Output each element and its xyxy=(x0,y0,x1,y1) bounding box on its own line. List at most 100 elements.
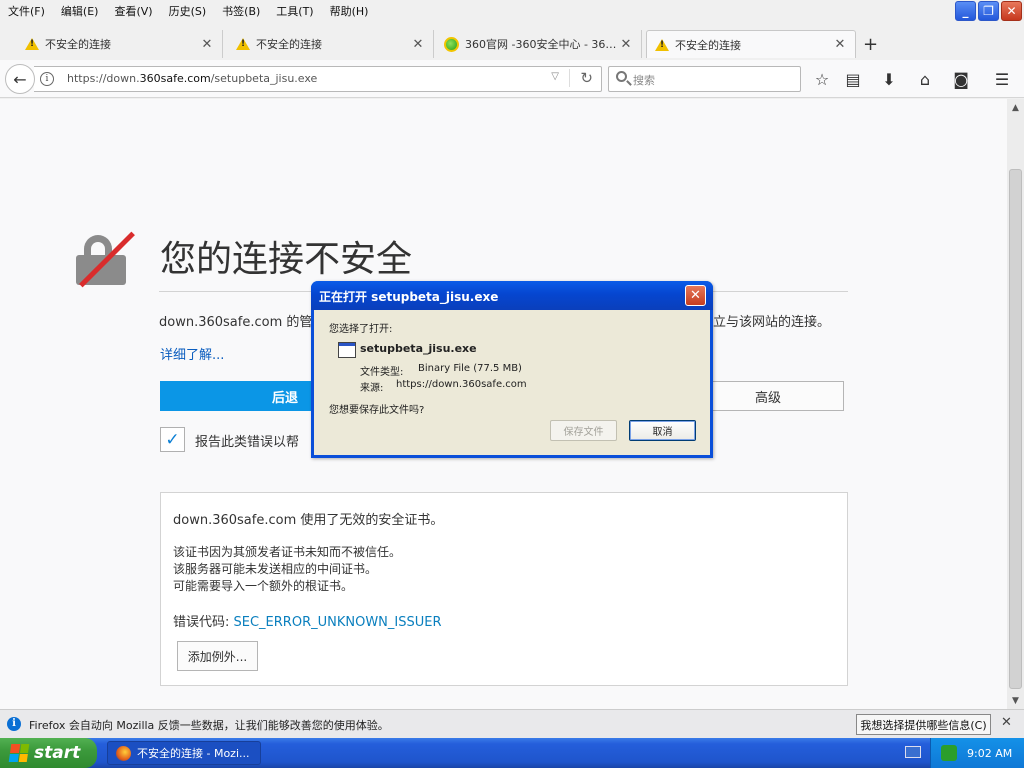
learn-more-link[interactable]: 详细了解... xyxy=(160,344,224,363)
error-code-link[interactable]: SEC_ERROR_UNKNOWN_ISSUER xyxy=(234,615,442,630)
file-icon xyxy=(338,342,356,358)
tab-close-icon[interactable]: ✕ xyxy=(833,37,847,52)
tab-label: 不安全的连接 xyxy=(256,38,322,51)
cert-reason-line: 可能需要导入一个额外的根证书。 xyxy=(173,579,354,593)
window-close-button[interactable]: ✕ xyxy=(1001,1,1022,21)
hamburger-menu-icon[interactable]: ☰ xyxy=(991,68,1013,90)
page-title: 您的连接不安全 xyxy=(160,239,413,280)
file-type-label: 文件类型: xyxy=(360,367,404,378)
downloads-icon[interactable]: ⬇ xyxy=(878,68,900,90)
url-dropdown-icon[interactable]: ▽ xyxy=(551,71,559,82)
search-placeholder: 搜索 xyxy=(633,74,655,87)
save-question: 您想要保存此文件吗? xyxy=(329,405,425,416)
url-prefix: https://down. xyxy=(67,72,140,85)
back-button[interactable]: ← xyxy=(5,64,35,94)
scroll-down-icon[interactable]: ▼ xyxy=(1007,692,1024,709)
menu-bookmarks[interactable]: 书签(B) xyxy=(214,3,268,19)
tab-label: 不安全的连接 xyxy=(45,38,111,51)
reload-icon[interactable]: ↻ xyxy=(569,69,593,87)
dialog-close-button[interactable]: ✕ xyxy=(685,285,706,306)
advanced-details-panel: down.360safe.com 使用了无效的安全证书。 该证书因为其颁发者证书… xyxy=(160,492,848,686)
file-name: setupbeta_jisu.exe xyxy=(360,342,477,355)
bookmark-star-icon[interactable]: ☆ xyxy=(811,68,833,90)
menu-file[interactable]: 文件(F) xyxy=(0,3,53,19)
start-button[interactable]: start xyxy=(0,738,97,768)
warning-icon xyxy=(25,38,39,50)
cert-reason-line: 该服务器可能未发送相应的中间证书。 xyxy=(173,562,378,576)
url-domain: 360safe.com xyxy=(139,72,211,85)
notification-close-icon[interactable]: ✕ xyxy=(1001,715,1012,730)
info-icon: i xyxy=(7,717,21,731)
taskbar-item-label: 不安全的连接 - Mozi... xyxy=(137,747,250,760)
warning-icon xyxy=(655,38,669,51)
dialog-title: 正在打开 setupbeta_jisu.exe xyxy=(319,290,499,304)
search-input[interactable]: 搜索 xyxy=(608,66,801,92)
firefox-icon xyxy=(116,745,131,761)
window-controls: _ ❐ ✕ xyxy=(955,0,1024,22)
tab-close-icon[interactable]: ✕ xyxy=(619,37,633,52)
cert-invalid-text: down.360safe.com 使用了无效的安全证书。 xyxy=(173,513,444,528)
scroll-thumb[interactable] xyxy=(1009,169,1022,689)
report-error-checkbox[interactable]: ✓ xyxy=(160,427,185,452)
notification-text: Firefox 会自动向 Mozilla 反馈一些数据，让我们能够改善您的使用体… xyxy=(29,719,389,732)
tray-app-icon[interactable] xyxy=(941,745,957,761)
start-label: start xyxy=(34,743,81,763)
advanced-button[interactable]: 高级 xyxy=(692,381,844,411)
tab-label: 不安全的连接 xyxy=(675,38,741,52)
tab-2[interactable]: 不安全的连接 ✕ xyxy=(228,30,434,58)
minimize-button[interactable]: _ xyxy=(955,1,976,21)
url-path: /setupbeta_jisu.exe xyxy=(210,72,318,85)
warning-icon xyxy=(236,38,250,50)
restore-button[interactable]: ❐ xyxy=(978,1,999,21)
notification-bar: i Firefox 会自动向 Mozilla 反馈一些数据，让我们能够改善您的使… xyxy=(0,709,1024,738)
new-tab-button[interactable]: + xyxy=(863,34,878,55)
menu-tools[interactable]: 工具(T) xyxy=(268,3,321,19)
open-file-dialog: 正在打开 setupbeta_jisu.exe ✕ 您选择了打开: setupb… xyxy=(311,281,713,458)
menu-bar: 文件(F) 编辑(E) 查看(V) 历史(S) 书签(B) 工具(T) 帮助(H… xyxy=(0,0,1024,22)
source-label: 来源: xyxy=(360,383,384,394)
windows-logo-icon xyxy=(8,744,30,762)
save-file-button[interactable]: 保存文件 xyxy=(550,420,617,441)
error-code-line: 错误代码: SEC_ERROR_UNKNOWN_ISSUER xyxy=(173,611,442,630)
keyboard-icon[interactable] xyxy=(905,746,921,758)
menu-history[interactable]: 历史(S) xyxy=(161,3,215,19)
system-tray: 9:02 AM xyxy=(930,738,1024,768)
menu-help[interactable]: 帮助(H) xyxy=(322,3,377,19)
dialog-prompt: 您选择了打开: xyxy=(329,324,393,335)
scroll-up-icon[interactable]: ▲ xyxy=(1007,99,1024,116)
error-description: down.360safe.com 的管 xyxy=(159,315,313,330)
add-exception-button[interactable]: 添加例外... xyxy=(177,641,258,671)
tab-1[interactable]: 不安全的连接 ✕ xyxy=(17,30,223,58)
360-logo-icon xyxy=(444,36,459,52)
pocket-icon[interactable]: ◙ xyxy=(950,68,972,90)
choose-data-button[interactable]: 我想选择提供哪些信息(C) xyxy=(856,714,991,735)
report-error-label: 报告此类错误以帮 xyxy=(195,435,300,450)
dialog-body: 您选择了打开: setupbeta_jisu.exe 文件类型: Binary … xyxy=(314,310,710,455)
search-icon xyxy=(616,71,627,82)
tab-4-active[interactable]: 不安全的连接 ✕ xyxy=(646,30,856,58)
source-value: https://down.360safe.com xyxy=(396,379,527,390)
error-code-label: 错误代码: xyxy=(173,615,234,630)
back-arrow-icon: ← xyxy=(13,69,27,89)
url-bar[interactable]: i https://down.360safe.com/setupbeta_jis… xyxy=(34,66,602,92)
nav-bar: i https://down.360safe.com/setupbeta_jis… xyxy=(0,60,1024,98)
file-type-value: Binary File (77.5 MB) xyxy=(418,363,522,374)
home-icon[interactable]: ⌂ xyxy=(914,68,936,90)
menu-edit[interactable]: 编辑(E) xyxy=(53,3,107,19)
site-info-icon[interactable]: i xyxy=(40,72,54,86)
menu-view[interactable]: 查看(V) xyxy=(106,3,160,19)
broken-lock-icon xyxy=(76,231,135,288)
error-description-tail: 立与该网站的连接。 xyxy=(713,315,831,330)
tab-close-icon[interactable]: ✕ xyxy=(411,37,425,52)
cancel-button[interactable]: 取消 xyxy=(629,420,696,441)
reading-list-icon[interactable]: ▤ xyxy=(842,68,864,90)
tab-3[interactable]: 360官网 -360安全中心 - 360... ✕ xyxy=(436,30,642,58)
taskbar-firefox-item[interactable]: 不安全的连接 - Mozi... xyxy=(107,741,261,765)
url-text[interactable]: https://down.360safe.com/setupbeta_jisu.… xyxy=(67,72,317,85)
cert-reason-line: 该证书因为其颁发者证书未知而不被信任。 xyxy=(173,545,402,559)
tab-close-icon[interactable]: ✕ xyxy=(200,37,214,52)
tab-label: 360官网 -360安全中心 - 360... xyxy=(465,38,619,51)
vertical-scrollbar[interactable]: ▲ ▼ xyxy=(1007,99,1024,709)
taskbar: start 不安全的连接 - Mozi... 9:02 AM xyxy=(0,738,1024,768)
dialog-title-bar[interactable]: 正在打开 setupbeta_jisu.exe ✕ xyxy=(311,281,713,310)
